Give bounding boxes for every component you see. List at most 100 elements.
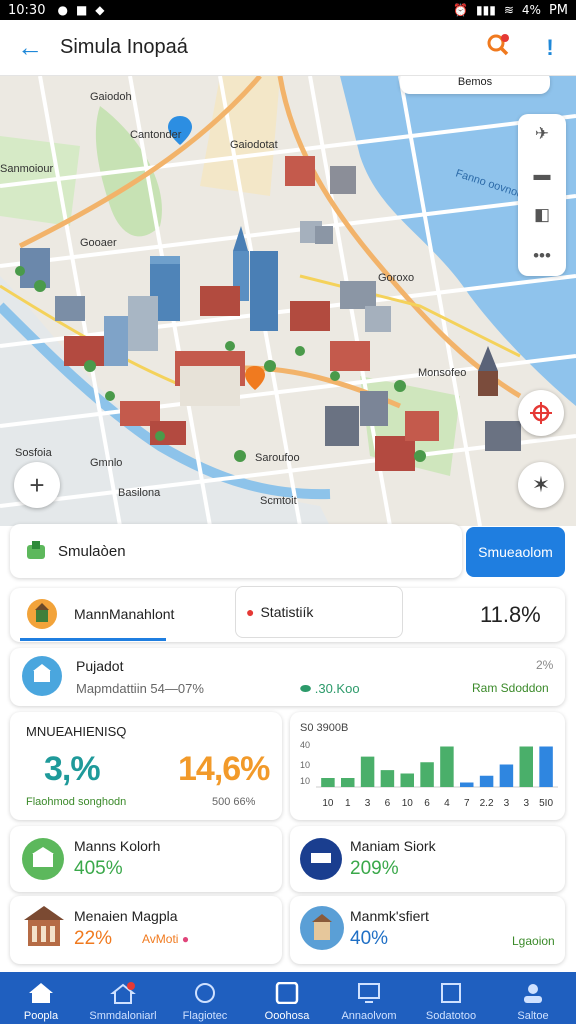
nav-label: Sodatotoo [425, 1010, 477, 1022]
stat-card-3[interactable]: Menaien Magpla 22% AvMoti ● [10, 896, 282, 964]
stat-card-1[interactable]: Manns Kolorh 405% [10, 826, 282, 892]
tab-management[interactable]: MannManahlont [74, 606, 174, 622]
map-label: Sosfoia [15, 447, 53, 459]
x-tick-label: 1 [345, 798, 351, 809]
more-icon[interactable]: ••• [533, 246, 551, 266]
car-icon[interactable]: ▬ [534, 165, 551, 185]
layers-icon[interactable]: ◧ [534, 205, 550, 225]
nav-center[interactable]: Ooohosa [246, 972, 328, 1024]
globe-icon [195, 983, 215, 1003]
plus-icon: + [29, 469, 45, 500]
status-bar: 10:30 ● ■ ◆ ⏰ ▮▮▮ ≋ 4% PM [0, 0, 576, 20]
project-pct: 2% [536, 658, 554, 672]
zoom-in-button[interactable]: + [14, 462, 60, 508]
kpi-footer-right: 500 66% [212, 796, 256, 808]
museum-icon [24, 906, 64, 946]
calendar-icon [441, 983, 461, 1003]
house-badge-icon [110, 982, 136, 1004]
map-label: Gaiodotat [230, 139, 278, 151]
chart-bar [440, 746, 454, 787]
stat-value: 22% [74, 928, 113, 949]
kpi-value-1: 3,% [44, 750, 101, 788]
badge-icon [300, 838, 342, 880]
kpi-card: MNUEAHIENISQ 3,% 14,6% Flaohmod songhodn… [10, 712, 282, 820]
compass-button[interactable]: ✶ [518, 462, 564, 508]
x-tick-label: 3 [504, 798, 510, 809]
tab-statistics-label: Statistiík [260, 604, 314, 620]
map-label: Scmtoit [260, 495, 297, 507]
city-map[interactable]: Gaiodoh Cantonder Sanmoiour Gaiodotat Fa… [0, 76, 576, 526]
monitor-icon [358, 983, 380, 1003]
simulation-bar[interactable]: Smulaòen [10, 524, 462, 578]
chart-bar [539, 746, 553, 787]
x-tick-label: 10 [322, 798, 334, 809]
chart-bar [479, 775, 494, 787]
project-card[interactable]: Pujadot Mapmdattiin 54—07% ⬬ .30.Koo Ram… [10, 648, 565, 706]
plane-icon[interactable]: ✈ [535, 124, 549, 144]
x-tick-label: 6 [385, 798, 391, 809]
stat-note: Lgaoion [512, 934, 555, 948]
stat-card-4[interactable]: Manmk'sfiert 40% Lgaoion [290, 896, 565, 964]
layers-label: Bemos [457, 76, 493, 88]
stat-title: Maniam Siork [350, 838, 436, 854]
kpi-header: MNUEAHIENISQ [26, 724, 127, 739]
tab-indicator [20, 638, 166, 641]
landmark-icon [27, 599, 57, 629]
crosshair-icon [530, 402, 552, 424]
nav-analysis[interactable]: Annaolvom [328, 972, 410, 1024]
wifi-icon: ≋ [503, 3, 514, 17]
project-subtitle: Mapmdattiin 54—07% [76, 681, 204, 696]
locate-button[interactable] [518, 390, 564, 436]
stat-tag: AvMoti ● [142, 932, 189, 946]
nav-profile[interactable]: Saltoe [492, 972, 574, 1024]
bottom-nav: Poopla Smmdaloniarl Flagiotec Ooohosa An… [0, 972, 576, 1024]
home-icon [29, 983, 53, 1003]
nav-label: Ooohosa [264, 1010, 310, 1022]
map-label: Cantonder [130, 129, 182, 141]
project-value: ⬬ .30.Koo [300, 681, 360, 697]
bar-chart-card: S0 3900B 40 10 10 10 1 3 6 10 6 4 7 2.2 3 3 5I0 [290, 712, 565, 820]
chart-bar [400, 773, 414, 787]
simulate-button[interactable]: Smueaolom [466, 527, 565, 577]
nav-flags[interactable]: Flagiotec [164, 972, 246, 1024]
x-tick-label: 2.2 [480, 798, 494, 809]
info-icon[interactable]: ! [524, 35, 576, 61]
pin-icon: ● [246, 604, 255, 620]
layers-dropdown[interactable]: Bemos [400, 76, 550, 94]
map-label: Gmnlo [90, 457, 122, 469]
x-tick-label: 5I0 [539, 798, 553, 809]
map-label: Goroxo [378, 272, 414, 284]
nav-simulation[interactable]: Smmdaloniarl [82, 972, 164, 1024]
x-tick-label: 7 [464, 798, 470, 809]
y-tick: 10 [300, 760, 310, 770]
map-label: Basilona [118, 487, 161, 499]
app-bar: ← Simula Inopaá ! [0, 20, 576, 76]
building-icon [22, 838, 64, 880]
nav-label: Smmdaloniarl [89, 1010, 157, 1022]
chart-bar [519, 746, 533, 787]
x-tick-label: 4 [444, 798, 450, 809]
chart-bar [460, 782, 474, 787]
stat-value: 209% [350, 858, 399, 879]
stat-card-2[interactable]: Maniam Siork 209% [290, 826, 565, 892]
stat-value: 405% [74, 858, 123, 879]
back-arrow-icon[interactable]: ← [0, 32, 60, 63]
map-label: Saroufoo [255, 452, 300, 464]
chart-bar [380, 770, 395, 787]
status-clock: PM [548, 2, 568, 18]
tower-icon [300, 906, 344, 950]
notification-icon: ● [57, 3, 68, 17]
link-icon: ⬬ [300, 681, 312, 696]
tab-percent: 11.8% [480, 602, 541, 627]
search-icon[interactable] [472, 32, 524, 64]
page-title: Simula Inopaá [60, 36, 188, 58]
tab-statistics[interactable]: ● Statistiík [235, 586, 403, 638]
nav-data[interactable]: Sodatotoo [410, 972, 492, 1024]
compass-icon: ✶ [531, 472, 551, 497]
x-tick-label: 6 [424, 798, 430, 809]
nav-home[interactable]: Poopla [0, 972, 82, 1024]
alarm-icon: ⏰ [453, 3, 469, 17]
battery-text: 4% [521, 3, 541, 17]
map-label: Sanmoiour [0, 163, 54, 175]
kpi-footer-left: Flaohmod songhodn [26, 796, 127, 808]
